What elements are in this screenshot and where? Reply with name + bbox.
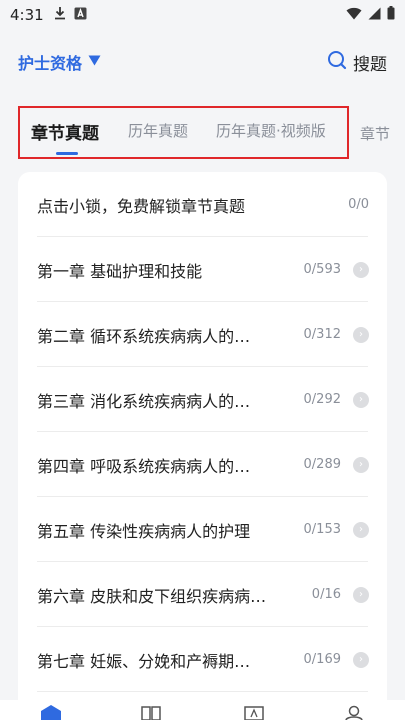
chevron-right-icon: › bbox=[353, 456, 369, 473]
list-item-count: 0/289 bbox=[303, 457, 341, 472]
active-tab-indicator bbox=[56, 152, 78, 155]
list-item-label: 第一章 基础护理和技能 bbox=[37, 261, 203, 281]
chevron-right-icon: › bbox=[353, 521, 369, 538]
list-item[interactable]: 第七章 妊娠、分娩和产褥期… 0/169 › bbox=[18, 627, 387, 692]
cert-label: 护士资格 bbox=[18, 54, 83, 73]
list-item-label: 点击小锁，免费解锁章节真题 bbox=[37, 196, 246, 216]
list-item-label: 第六章 皮肤和皮下组织疾病病… bbox=[37, 586, 267, 606]
chevron-right-icon: › bbox=[353, 261, 369, 278]
tab-bar: 章节真题 历年真题 历年真题·视频版 bbox=[18, 106, 349, 159]
list-item[interactable]: 第五章 传染性疾病病人的护理 0/153 › bbox=[18, 497, 387, 562]
tab-past-questions[interactable]: 历年真题 bbox=[128, 120, 188, 141]
list-item[interactable]: 第三章 消化系统疾病病人的… 0/292 › bbox=[18, 367, 387, 432]
tab-chapter-questions[interactable]: 章节真题 bbox=[31, 119, 99, 144]
profile-icon[interactable] bbox=[343, 704, 365, 720]
a-notification-icon bbox=[74, 7, 87, 24]
battery-icon bbox=[387, 6, 395, 24]
list-item-count: 0/169 bbox=[303, 652, 341, 667]
list-item-label: 第七章 妊娠、分娩和产褥期… bbox=[37, 651, 251, 671]
list-item-count: 0/292 bbox=[303, 392, 341, 407]
status-bar: 4:31 bbox=[0, 0, 405, 30]
list-item-label: 第二章 循环系统疾病病人的… bbox=[37, 326, 251, 346]
tab-past-questions-video[interactable]: 历年真题·视频版 bbox=[216, 120, 326, 141]
list-item[interactable]: 第二章 循环系统疾病病人的… 0/312 › bbox=[18, 302, 387, 367]
list-item-count: 0/153 bbox=[303, 522, 341, 537]
list-item-label: 第三章 消化系统疾病病人的… bbox=[37, 391, 251, 411]
cert-selector[interactable]: 护士资格 bbox=[18, 50, 101, 74]
chevron-right-icon: › bbox=[353, 391, 369, 408]
list-item-label: 第四章 呼吸系统疾病病人的… bbox=[37, 456, 251, 476]
list-item[interactable]: 第一章 基础护理和技能 0/593 › bbox=[18, 237, 387, 302]
list-item-count: 0/593 bbox=[303, 262, 341, 277]
chevron-right-icon: › bbox=[353, 326, 369, 343]
download-icon bbox=[54, 6, 66, 24]
list-item[interactable]: 点击小锁，免费解锁章节真题 0/0 bbox=[18, 172, 387, 237]
chevron-right-icon: › bbox=[353, 651, 369, 668]
search-icon bbox=[327, 50, 353, 75]
chapter-list: 点击小锁，免费解锁章节真题 0/0 第一章 基础护理和技能 0/593 › 第二… bbox=[18, 172, 387, 712]
home-icon[interactable] bbox=[40, 704, 62, 720]
tab-overflow[interactable]: 章节 bbox=[360, 123, 390, 144]
list-item-count: 0/16 bbox=[311, 587, 341, 602]
signal-icon bbox=[368, 6, 381, 24]
chevron-right-icon: › bbox=[353, 586, 369, 603]
list-item[interactable]: 第六章 皮肤和皮下组织疾病病… 0/16 › bbox=[18, 562, 387, 627]
divider bbox=[37, 691, 368, 692]
wifi-icon bbox=[346, 6, 362, 24]
book-icon[interactable] bbox=[140, 704, 162, 720]
list-item-count: 0/0 bbox=[348, 197, 369, 212]
caret-down-icon bbox=[88, 55, 101, 70]
search-label: 搜题 bbox=[353, 54, 387, 75]
bottom-nav bbox=[0, 700, 405, 720]
exam-icon[interactable] bbox=[243, 704, 265, 720]
app-header: 护士资格 搜题 bbox=[0, 40, 405, 84]
list-item-label: 第五章 传染性疾病病人的护理 bbox=[37, 521, 251, 541]
list-item[interactable]: 第四章 呼吸系统疾病病人的… 0/289 › bbox=[18, 432, 387, 497]
search-button[interactable]: 搜题 bbox=[327, 50, 387, 75]
status-time: 4:31 bbox=[10, 6, 44, 24]
list-item-count: 0/312 bbox=[303, 327, 341, 342]
